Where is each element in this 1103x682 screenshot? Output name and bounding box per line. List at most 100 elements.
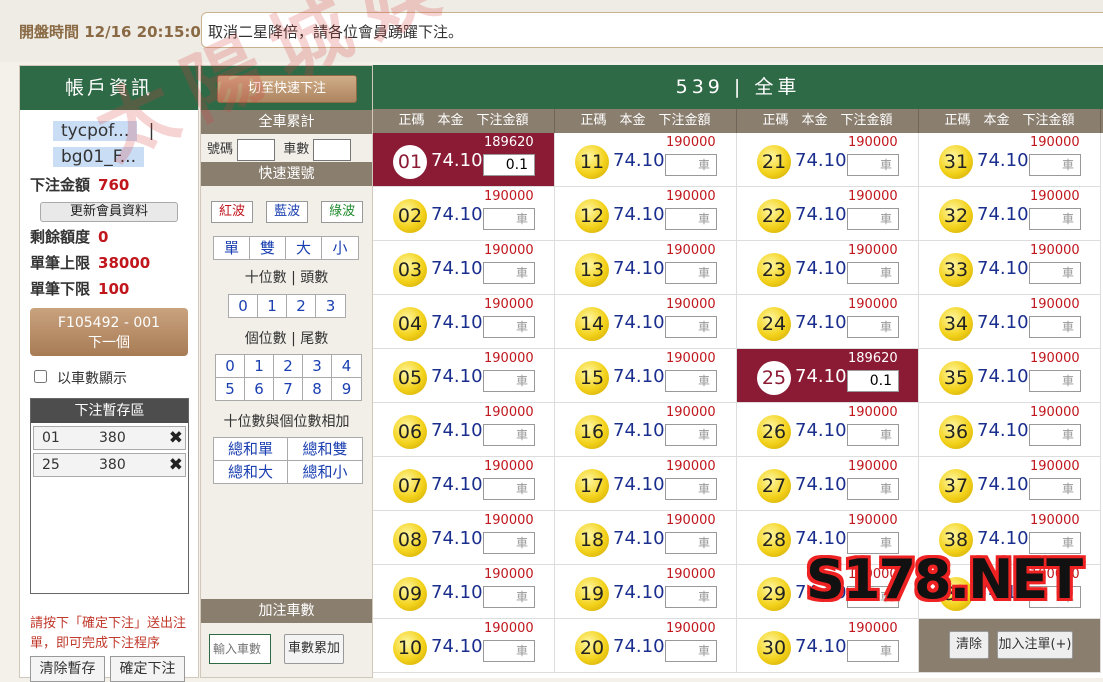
sum-even-button[interactable]: 總和雙 — [288, 438, 362, 460]
small-button[interactable]: 小 — [322, 237, 358, 259]
bet-input[interactable]: 車 — [483, 586, 535, 608]
sum-odd-button[interactable]: 總和單 — [214, 438, 288, 460]
bet-input[interactable]: 車 — [665, 586, 717, 608]
number-cell-30[interactable]: 30 74.10 190000 車 — [737, 619, 919, 673]
bet-input[interactable]: 車 — [665, 370, 717, 392]
even-button[interactable]: 雙 — [250, 237, 286, 259]
number-cell-33[interactable]: 33 74.10 190000 車 — [919, 241, 1101, 295]
bet-input[interactable]: 車 — [483, 424, 535, 446]
units-4-button[interactable]: 4 — [332, 355, 361, 377]
units-9-button[interactable]: 9 — [332, 378, 361, 400]
sum-big-button[interactable]: 總和大 — [214, 461, 288, 483]
refresh-member-button[interactable]: 更新會員資料 — [40, 202, 178, 222]
number-cell-37[interactable]: 37 74.10 190000 車 — [919, 457, 1101, 511]
units-1-button[interactable]: 1 — [245, 355, 274, 377]
bet-input[interactable]: 車 — [847, 316, 899, 338]
clear-stash-button[interactable]: 清除暫存 — [30, 656, 105, 682]
by-count-checkbox[interactable] — [34, 370, 47, 383]
number-cell-24[interactable]: 24 74.10 190000 車 — [737, 295, 919, 349]
bet-input[interactable]: 車 — [1029, 424, 1081, 446]
confirm-bet-button[interactable]: 確定下注 — [110, 656, 185, 682]
number-cell-11[interactable]: 11 74.10 190000 車 — [555, 133, 737, 187]
bet-input[interactable]: 0.1 — [847, 370, 899, 392]
remove-icon[interactable]: ✖ — [169, 427, 183, 449]
number-cell-08[interactable]: 08 74.10 190000 車 — [373, 511, 555, 565]
number-cell-07[interactable]: 07 74.10 190000 車 — [373, 457, 555, 511]
accumulate-button[interactable]: 車數累加 — [284, 634, 344, 664]
bet-input[interactable]: 車 — [665, 208, 717, 230]
number-cell-16[interactable]: 16 74.10 190000 車 — [555, 403, 737, 457]
number-input[interactable] — [237, 138, 276, 161]
bet-input[interactable]: 車 — [847, 640, 899, 662]
bet-input[interactable]: 車 — [847, 208, 899, 230]
remove-icon[interactable]: ✖ — [169, 454, 183, 476]
number-cell-25[interactable]: 25 74.10 189620 0.1 — [737, 349, 919, 403]
big-button[interactable]: 大 — [286, 237, 322, 259]
bet-input[interactable]: 車 — [665, 316, 717, 338]
bet-input[interactable]: 車 — [665, 532, 717, 554]
red-wave-button[interactable]: 紅波 — [211, 201, 253, 223]
number-cell-21[interactable]: 21 74.10 190000 車 — [737, 133, 919, 187]
bet-input[interactable]: 車 — [847, 478, 899, 500]
clear-button[interactable]: 清除 — [949, 631, 989, 659]
blue-wave-button[interactable]: 藍波 — [266, 201, 309, 223]
bet-input[interactable]: 車 — [1029, 370, 1081, 392]
tens-0-button[interactable]: 0 — [229, 295, 258, 317]
number-cell-31[interactable]: 31 74.10 190000 車 — [919, 133, 1101, 187]
bet-input[interactable]: 車 — [665, 262, 717, 284]
number-cell-19[interactable]: 19 74.10 190000 車 — [555, 565, 737, 619]
bet-input[interactable]: 車 — [665, 478, 717, 500]
bet-input[interactable]: 車 — [1029, 262, 1081, 284]
number-cell-36[interactable]: 36 74.10 190000 車 — [919, 403, 1101, 457]
number-cell-01[interactable]: 01 74.10 189620 0.1 — [373, 133, 555, 187]
bet-input[interactable]: 車 — [483, 262, 535, 284]
units-2-button[interactable]: 2 — [274, 355, 303, 377]
number-cell-17[interactable]: 17 74.10 190000 車 — [555, 457, 737, 511]
bet-input[interactable]: 車 — [847, 262, 899, 284]
units-6-button[interactable]: 6 — [245, 378, 274, 400]
number-cell-34[interactable]: 34 74.10 190000 車 — [919, 295, 1101, 349]
units-5-button[interactable]: 5 — [216, 378, 245, 400]
bet-input[interactable]: 車 — [847, 424, 899, 446]
tens-3-button[interactable]: 3 — [316, 295, 345, 317]
bet-input[interactable]: 車 — [665, 154, 717, 176]
number-cell-02[interactable]: 02 74.10 190000 車 — [373, 187, 555, 241]
number-cell-27[interactable]: 27 74.10 190000 車 — [737, 457, 919, 511]
number-cell-18[interactable]: 18 74.10 190000 車 — [555, 511, 737, 565]
units-7-button[interactable]: 7 — [274, 378, 303, 400]
number-cell-23[interactable]: 23 74.10 190000 車 — [737, 241, 919, 295]
number-cell-26[interactable]: 26 74.10 190000 車 — [737, 403, 919, 457]
number-cell-04[interactable]: 04 74.10 190000 車 — [373, 295, 555, 349]
units-0-button[interactable]: 0 — [216, 355, 245, 377]
bet-input[interactable]: 車 — [1029, 154, 1081, 176]
number-cell-03[interactable]: 03 74.10 190000 車 — [373, 241, 555, 295]
number-cell-05[interactable]: 05 74.10 190000 車 — [373, 349, 555, 403]
bet-input[interactable]: 車 — [483, 370, 535, 392]
count-input[interactable] — [313, 138, 352, 161]
number-cell-12[interactable]: 12 74.10 190000 車 — [555, 187, 737, 241]
bet-input[interactable]: 0.1 — [483, 154, 535, 176]
tens-2-button[interactable]: 2 — [287, 295, 316, 317]
bet-input[interactable]: 車 — [483, 532, 535, 554]
tens-1-button[interactable]: 1 — [258, 295, 287, 317]
bet-input[interactable]: 車 — [1029, 316, 1081, 338]
odd-button[interactable]: 單 — [214, 237, 250, 259]
bet-input[interactable]: 車 — [665, 424, 717, 446]
bet-input[interactable]: 車 — [665, 640, 717, 662]
number-cell-13[interactable]: 13 74.10 190000 車 — [555, 241, 737, 295]
units-8-button[interactable]: 8 — [303, 378, 332, 400]
number-cell-15[interactable]: 15 74.10 190000 車 — [555, 349, 737, 403]
number-cell-14[interactable]: 14 74.10 190000 車 — [555, 295, 737, 349]
switch-quick-bet-button[interactable]: 切至快速下注 — [217, 75, 357, 103]
units-3-button[interactable]: 3 — [303, 355, 332, 377]
number-cell-10[interactable]: 10 74.10 190000 車 — [373, 619, 555, 673]
bet-input[interactable]: 車 — [483, 316, 535, 338]
number-cell-20[interactable]: 20 74.10 190000 車 — [555, 619, 737, 673]
next-button[interactable]: F105492 - 001 下一個 — [30, 308, 188, 356]
bet-input[interactable]: 車 — [483, 478, 535, 500]
number-cell-32[interactable]: 32 74.10 190000 車 — [919, 187, 1101, 241]
number-cell-06[interactable]: 06 74.10 190000 車 — [373, 403, 555, 457]
number-cell-09[interactable]: 09 74.10 190000 車 — [373, 565, 555, 619]
bet-input[interactable]: 車 — [847, 154, 899, 176]
green-wave-button[interactable]: 綠波 — [321, 201, 364, 223]
